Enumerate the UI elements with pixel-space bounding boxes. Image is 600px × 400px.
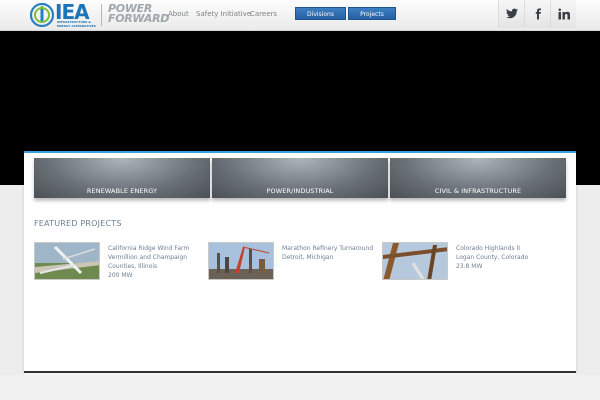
- project-location-line2: Counties, Illinois: [108, 263, 158, 270]
- tagline: POWER FORWARD: [108, 3, 170, 25]
- nav-careers[interactable]: Careers: [250, 10, 277, 18]
- project-details: Marathon Refinery Turnaround Detroit, Mi…: [282, 244, 373, 262]
- page-background-right: [576, 185, 600, 400]
- featured-projects-heading: FEATURED PROJECTS: [34, 219, 122, 228]
- twitter-link[interactable]: [498, 0, 524, 28]
- division-tiles: RENEWABLE ENERGY POWER/INDUSTRIAL CIVIL …: [34, 158, 566, 198]
- wind-farm-image: [35, 243, 99, 279]
- project-details: Colorado Highlands II Logan County, Colo…: [456, 244, 528, 271]
- project-thumbnail-refinery[interactable]: [208, 242, 274, 280]
- divisions-button[interactable]: Divisions: [295, 7, 346, 20]
- facebook-icon: [535, 8, 541, 20]
- project-card[interactable]: Colorado Highlands II Logan County, Colo…: [382, 242, 562, 282]
- page-background-left: [0, 185, 24, 400]
- project-name[interactable]: Marathon Refinery Turnaround: [282, 244, 373, 253]
- refinery-image: [209, 243, 273, 279]
- project-thumbnail-colorado-highlands[interactable]: [382, 242, 448, 280]
- division-tile-renewable-energy[interactable]: RENEWABLE ENERGY: [34, 158, 210, 198]
- content-panel: RENEWABLE ENERGY POWER/INDUSTRIAL CIVIL …: [24, 151, 576, 373]
- linkedin-icon: [558, 8, 570, 20]
- project-location: Logan County, Colorado: [456, 254, 529, 261]
- project-details: California Ridge Wind Farm Vermillion an…: [108, 244, 189, 280]
- logo-divider: [101, 4, 102, 26]
- iea-logo[interactable]: IEA INFRASTRUCTURE & ENERGY ALTERNATIVES: [30, 0, 96, 29]
- colorado-highlands-image: [383, 243, 447, 279]
- twitter-icon: [506, 8, 518, 19]
- project-location: Detroit, Michigan: [282, 254, 334, 261]
- project-card[interactable]: California Ridge Wind Farm Vermillion an…: [34, 242, 204, 282]
- linkedin-link[interactable]: [550, 0, 576, 28]
- social-links: [498, 0, 576, 28]
- project-name[interactable]: Colorado Highlands II: [456, 244, 528, 253]
- project-capacity: 200 MW: [108, 272, 133, 279]
- division-tile-civil-infrastructure[interactable]: CIVIL & INFRASTRUCTURE: [390, 158, 566, 198]
- project-name[interactable]: California Ridge Wind Farm: [108, 244, 189, 253]
- tagline-line-2: FORWARD: [108, 12, 170, 25]
- facebook-link[interactable]: [524, 0, 550, 28]
- project-thumbnail-wind-farm[interactable]: [34, 242, 100, 280]
- site-header: IEA INFRASTRUCTURE & ENERGY ALTERNATIVES…: [0, 0, 600, 31]
- logo-subtext: INFRASTRUCTURE & ENERGY ALTERNATIVES: [57, 20, 96, 28]
- project-location: Vermillion and Champaign: [108, 254, 188, 261]
- nav-about[interactable]: About: [168, 10, 189, 18]
- page-background-bottom: [0, 375, 600, 400]
- project-card[interactable]: Marathon Refinery Turnaround Detroit, Mi…: [208, 242, 378, 282]
- iea-logo-mark-icon: [30, 3, 54, 27]
- nav-safety-initiative[interactable]: Safety Initiative: [196, 10, 251, 18]
- project-capacity: 23.8 MW: [456, 263, 483, 270]
- projects-button[interactable]: Projects: [348, 7, 396, 20]
- division-tile-power-industrial[interactable]: POWER/INDUSTRIAL: [212, 158, 388, 198]
